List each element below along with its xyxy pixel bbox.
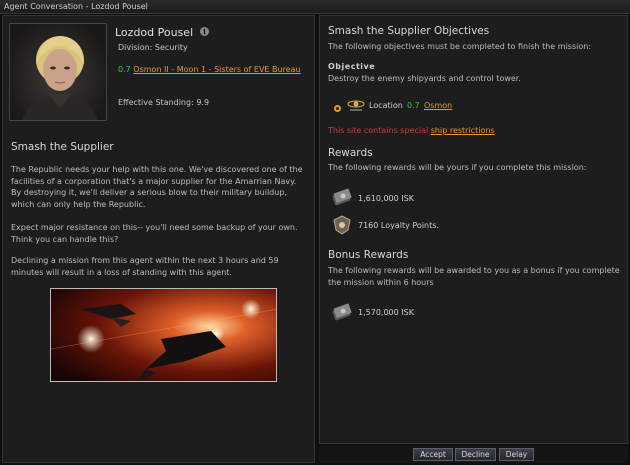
- agent-portrait[interactable]: [9, 23, 107, 121]
- bonus-rewards-subtitle: The following rewards will be awarded to…: [328, 266, 620, 287]
- objective-heading: Objective: [328, 62, 376, 71]
- objective-status-icon: [334, 105, 341, 112]
- bonus-rewards-title: Bonus Rewards: [328, 249, 409, 261]
- mission-image: [50, 288, 277, 382]
- mission-details-panel: Smash the Supplier Objectives The follow…: [319, 15, 628, 444]
- security-status: 0.7: [118, 65, 131, 74]
- mission-decline-warning: Declining a mission from this agent with…: [11, 256, 279, 277]
- agent-location-link[interactable]: Osmon II - Moon 1 - Sisters of EVE Burea…: [133, 65, 300, 74]
- reward-isk: 1,610,000 ISK: [358, 194, 414, 203]
- ship-restriction-warning: This site contains special ship restrict…: [328, 126, 495, 135]
- action-button-bar: Accept Decline Delay: [319, 446, 628, 463]
- reward-loyalty-points: 7160 Loyalty Points.: [358, 221, 439, 230]
- delay-button[interactable]: Delay: [499, 448, 534, 461]
- rewards-subtitle: The following rewards will be yours if y…: [328, 163, 587, 172]
- info-icon[interactable]: i: [200, 27, 209, 36]
- bonus-reward-isk: 1,570,000 ISK: [358, 308, 414, 317]
- rewards-title: Rewards: [328, 147, 373, 159]
- mission-briefing-paragraph: Expect major resistance on this-- you'll…: [11, 223, 298, 244]
- isk-icon: [332, 302, 352, 322]
- effective-standing: Effective Standing: 9.9: [118, 98, 210, 107]
- mission-briefing-paragraph: The Republic needs your help with this o…: [11, 165, 303, 209]
- agent-panel: Lozdod Pousel i Division: Security 0.7 O…: [2, 15, 315, 463]
- accept-button[interactable]: Accept: [413, 448, 453, 461]
- mission-title: Smash the Supplier: [11, 141, 114, 153]
- objectives-title: Smash the Supplier Objectives: [328, 25, 490, 37]
- objective-description: Destroy the enemy shipyards and control …: [328, 74, 521, 83]
- decline-button[interactable]: Decline: [455, 448, 496, 461]
- ship-restrictions-link[interactable]: ship restrictions: [431, 126, 495, 135]
- location-label: Location: [369, 101, 403, 110]
- location-icon: [347, 99, 365, 113]
- agent-name: Lozdod Pousel: [115, 26, 194, 39]
- window-title: Agent Conversation - Lozdod Pousel: [0, 0, 630, 14]
- isk-icon: [332, 187, 352, 207]
- agent-division: Division: Security: [118, 43, 188, 52]
- security-status: 0.7: [407, 101, 420, 110]
- objective-location-link[interactable]: Osmon: [424, 101, 452, 110]
- loyalty-points-icon: [332, 215, 352, 235]
- warning-text: This site contains special: [328, 126, 431, 135]
- objectives-subtitle: The following objectives must be complet…: [328, 42, 592, 51]
- agent-location: 0.7 Osmon II - Moon 1 - Sisters of EVE B…: [118, 64, 308, 75]
